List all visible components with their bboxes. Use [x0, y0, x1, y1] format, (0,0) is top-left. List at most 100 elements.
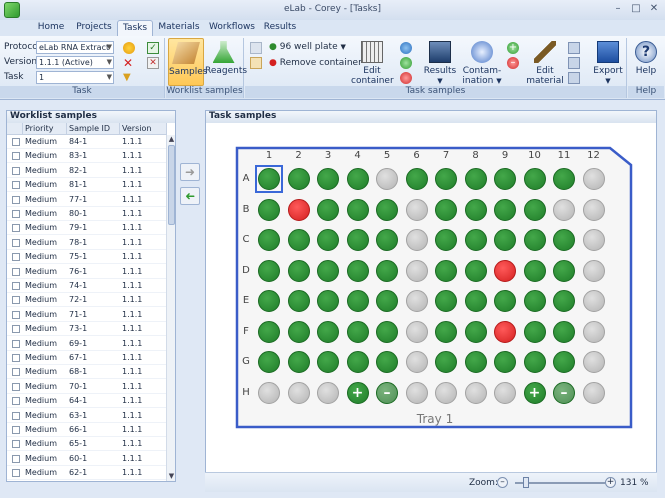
well-error[interactable]	[287, 198, 310, 221]
well-filled[interactable]	[287, 290, 310, 312]
well-filled[interactable]	[523, 290, 546, 312]
add-icon[interactable]: +	[507, 42, 519, 54]
well-empty[interactable]	[582, 290, 605, 312]
well-filled[interactable]	[258, 290, 280, 312]
container-icon[interactable]	[250, 42, 262, 54]
table-row[interactable]: Medium 77-1 1.1.1	[7, 193, 167, 207]
version-column-header[interactable]: Version	[120, 123, 167, 135]
well-filled[interactable]	[523, 320, 546, 343]
well-filled[interactable]	[317, 259, 339, 282]
well-empty[interactable]	[582, 381, 605, 404]
well-filled[interactable]	[494, 198, 516, 221]
table-row[interactable]: Medium 68-1 1.1.1	[7, 365, 167, 380]
results-button[interactable]: Results ▼	[423, 38, 457, 86]
well-error[interactable]	[494, 320, 516, 343]
row-checkbox[interactable]	[12, 440, 20, 449]
well-filled[interactable]	[553, 290, 575, 312]
well-filled[interactable]	[523, 198, 546, 221]
well-filled[interactable]	[464, 290, 487, 312]
well-filled[interactable]	[258, 229, 280, 251]
table-row[interactable]: Medium 70-1 1.1.1	[7, 380, 167, 394]
well-filled[interactable]	[317, 320, 339, 343]
tray-icon[interactable]	[250, 57, 262, 69]
table-row[interactable]: Medium 72-1 1.1.1	[7, 293, 167, 308]
version-select[interactable]: 1.1.1 (Active) ▼	[36, 56, 114, 69]
well-filled[interactable]	[376, 290, 398, 312]
well-filled[interactable]	[553, 229, 575, 251]
well-empty[interactable]	[405, 381, 428, 404]
well-filled[interactable]	[317, 351, 339, 373]
select-column-header[interactable]	[7, 123, 23, 135]
well-filled[interactable]	[346, 320, 369, 343]
row-checkbox[interactable]	[12, 454, 20, 463]
table-row[interactable]: Medium 84-1 1.1.1	[7, 135, 167, 149]
well-filled[interactable]	[494, 168, 516, 190]
well-filled[interactable]	[464, 351, 487, 373]
tab-home[interactable]: Home	[30, 20, 72, 36]
close-icon[interactable]: ✕	[647, 3, 661, 16]
well-empty[interactable]	[582, 168, 605, 190]
table-row[interactable]: Medium 65-1 1.1.1	[7, 437, 167, 452]
well-filled[interactable]	[494, 229, 516, 251]
table-row[interactable]: Medium 79-1 1.1.1	[7, 221, 167, 236]
table-row[interactable]: Medium 74-1 1.1.1	[7, 279, 167, 293]
protocol-select[interactable]: eLab RNA Extract ▼	[36, 41, 114, 54]
well-empty[interactable]	[582, 259, 605, 282]
tool-icon[interactable]	[568, 72, 580, 84]
priority-column-header[interactable]: Priority	[23, 123, 67, 135]
well-filled[interactable]	[464, 168, 487, 190]
table-row[interactable]: Medium 78-1 1.1.1	[7, 236, 167, 250]
well-empty[interactable]	[553, 198, 575, 221]
well-filled[interactable]	[287, 351, 310, 373]
filter-icon[interactable]: ▼	[123, 72, 135, 84]
well-filled[interactable]	[435, 168, 457, 190]
well-filled[interactable]	[523, 168, 546, 190]
scroll-down-icon[interactable]: ▼	[167, 472, 176, 481]
table-row[interactable]: Medium 62-1 1.1.1	[7, 466, 167, 481]
table-row[interactable]: Medium 82-1 1.1.1	[7, 164, 167, 178]
row-checkbox[interactable]	[12, 325, 20, 334]
well-filled[interactable]	[317, 229, 339, 251]
well-empty[interactable]	[405, 259, 428, 282]
positive-control-well[interactable]: +	[523, 381, 546, 404]
well-empty[interactable]	[405, 290, 428, 312]
scroll-up-icon[interactable]: ▲	[167, 135, 176, 144]
well-filled[interactable]	[258, 259, 280, 282]
well-empty[interactable]	[405, 198, 428, 221]
row-checkbox[interactable]	[12, 195, 20, 204]
table-row[interactable]: Medium 69-1 1.1.1	[7, 337, 167, 351]
table-row[interactable]: Medium 81-1 1.1.1	[7, 178, 167, 193]
positive-control-well[interactable]: +	[346, 381, 369, 404]
table-row[interactable]: Medium 64-1 1.1.1	[7, 394, 167, 409]
well-filled[interactable]	[346, 168, 369, 190]
tool-icon[interactable]	[568, 57, 580, 69]
well-empty[interactable]	[582, 320, 605, 343]
well-filled[interactable]	[376, 198, 398, 221]
delete-icon[interactable]: ✕	[147, 57, 159, 69]
well-empty[interactable]	[405, 351, 428, 373]
table-row[interactable]: Medium 75-1 1.1.1	[7, 250, 167, 265]
plate-type-dropdown[interactable]: ● 96 well plate ▼	[269, 41, 346, 54]
tool-icon[interactable]	[568, 42, 580, 54]
accept-icon[interactable]	[400, 57, 412, 69]
well-filled[interactable]	[464, 198, 487, 221]
zoom-out-icon[interactable]: –	[497, 477, 508, 488]
row-checkbox[interactable]	[12, 397, 20, 406]
zoom-in-icon[interactable]: +	[605, 477, 616, 488]
sample-id-column-header[interactable]: Sample ID	[67, 123, 120, 135]
table-row[interactable]: Medium 71-1 1.1.1	[7, 308, 167, 322]
tab-materials[interactable]: Materials	[154, 20, 204, 36]
row-checkbox[interactable]	[12, 426, 20, 434]
row-checkbox[interactable]	[12, 181, 20, 190]
move-right-button[interactable]: ➜	[180, 163, 200, 181]
row-checkbox[interactable]	[12, 238, 20, 247]
help-button[interactable]: ? Help	[629, 38, 663, 86]
tab-tasks[interactable]: Tasks	[117, 20, 153, 36]
well-filled[interactable]	[553, 351, 575, 373]
worklist-scrollbar[interactable]: ▲ ▼	[166, 135, 175, 481]
well-empty[interactable]	[464, 381, 487, 404]
well-empty[interactable]	[258, 381, 280, 404]
well-filled[interactable]	[346, 259, 369, 282]
well-filled[interactable]	[317, 290, 339, 312]
row-checkbox[interactable]	[12, 354, 20, 362]
